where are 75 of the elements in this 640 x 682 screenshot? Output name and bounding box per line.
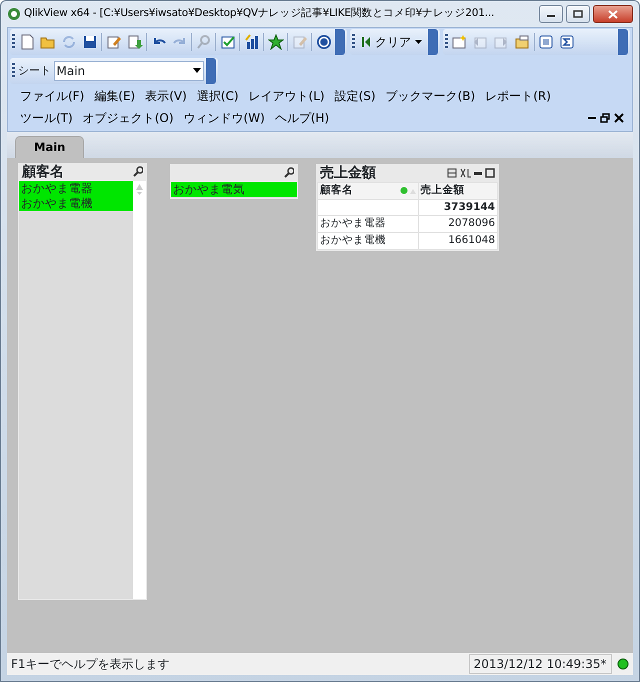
maximize-icon [573,10,583,18]
menu-item[interactable]: ツール(T) [16,108,77,128]
toolbar-options-button[interactable] [428,29,438,55]
menu-item[interactable]: ファイル(F) [16,86,88,106]
sheet-label: シート [18,62,51,78]
menu-item[interactable]: レイアウト(L) [244,86,329,106]
minimize-icon [474,172,482,175]
table-cell: 1661048 [418,232,498,250]
listbox-title: 顧客名 [22,162,64,182]
document-icon [18,34,34,50]
app-logo-icon [7,7,21,21]
menu-item[interactable]: 選択(C) [192,86,243,106]
folder-icon [514,34,530,50]
caret-icon [414,40,422,44]
menu-item[interactable]: ブックマーク(B) [382,86,480,106]
import-icon [126,34,142,50]
search-icon [132,166,143,178]
print-icon [446,168,457,178]
close-button[interactable] [593,5,633,23]
menu-item[interactable]: 設定(S) [330,86,380,106]
pencil-icon [292,34,308,50]
status-dot-icon [400,186,416,196]
column-header[interactable]: 売上金額 [418,182,498,199]
sum-icon [559,34,575,50]
listbox-item[interactable]: おかやま電機 [19,196,133,211]
status-timestamp: 2013/12/12 10:49:35* [468,654,612,674]
toolbar-grip[interactable] [12,62,15,79]
caret-icon [192,68,200,74]
toolbar-grip[interactable] [12,34,15,50]
table-cell: 2078096 [418,216,498,232]
search-icon [196,34,212,50]
scroll-up-icon [136,184,143,190]
menu-item[interactable]: ヘルプ(H) [270,108,334,128]
window-title: QlikView x64 - [C:¥Users¥iwsato¥Desktop¥QVナレッジ記事¥LIKE関数とコメ印¥ナレッジ201... [24,6,496,22]
new-sheet-icon [451,34,467,50]
sheet-dropdown[interactable]: Main [54,60,204,81]
close-icon [608,10,618,18]
toolbar-grip[interactable] [444,34,448,50]
close-icon [614,112,624,123]
minimize-icon [588,116,596,119]
total-cell: 3739144 [418,199,498,216]
column-header[interactable]: 顧客名 [318,182,418,199]
menu-item[interactable]: 表示(V) [141,86,191,106]
clear-icon [360,36,371,48]
toolbar-options-button[interactable] [206,58,216,84]
save-icon [82,34,98,50]
toolbar-grip[interactable] [352,34,355,50]
checkbox-icon [220,34,236,50]
reload-icon [60,34,76,50]
status-indicator-icon [617,658,629,670]
listbox-item[interactable]: おかやま電気 [171,182,297,197]
menu-item[interactable]: レポート(R) [481,86,555,106]
listbox-item[interactable]: おかやま電器 [19,180,133,196]
status-message: F1キーでヘルプを表示します [11,656,170,673]
excel-icon [460,168,472,178]
list-icon [538,34,554,50]
table-title: 売上金額 [320,164,376,183]
table-cell: おかやま電機 [318,232,418,250]
menu-item[interactable]: オブジェクト(O) [78,108,178,128]
bar-chart-icon [244,34,260,50]
help-icon [316,34,332,50]
restore-icon [600,112,610,123]
menu-item[interactable]: ウィンドウ(W) [180,108,269,128]
maximize-icon [485,168,495,178]
search-icon [283,167,294,178]
minimize-button[interactable] [539,5,563,23]
table-cell: おかやま電器 [318,216,418,232]
scrollbar[interactable] [133,180,146,599]
star-icon [268,34,284,50]
scroll-down-icon [137,192,142,196]
maximize-button[interactable] [566,5,590,23]
menu-item[interactable]: 編集(E) [90,86,140,106]
sheet-tab[interactable]: Main [15,136,84,158]
column-header-text: 顧客名 [320,182,353,198]
pencil-icon [106,34,122,50]
